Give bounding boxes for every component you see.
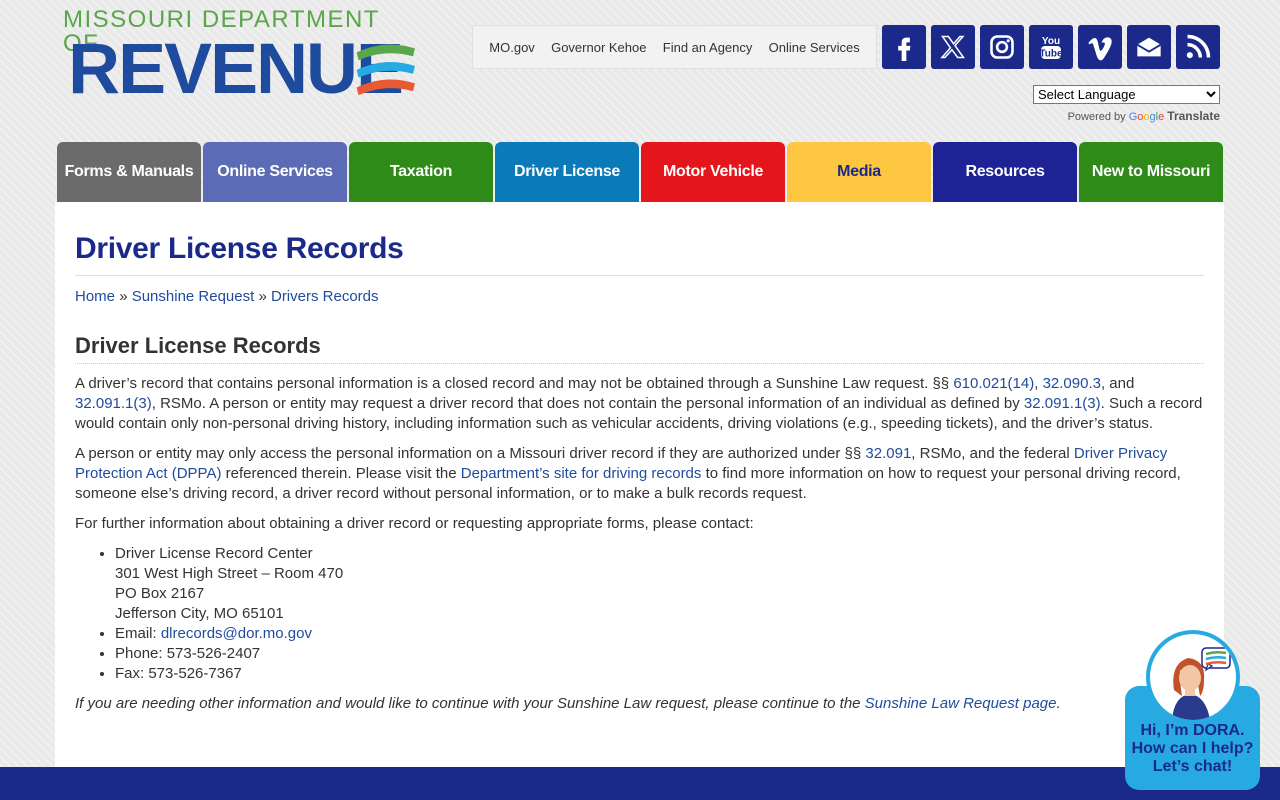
link-governor[interactable]: Governor Kehoe (551, 40, 646, 55)
breadcrumb: Home » Sunshine Request » Drivers Record… (75, 288, 379, 305)
nav-media[interactable]: Media (787, 142, 931, 202)
rss-icon[interactable] (1176, 25, 1220, 69)
sunshine-note: If you are needing other information and… (75, 695, 1061, 712)
instagram-icon[interactable] (980, 25, 1024, 69)
dora-avatar[interactable] (1146, 630, 1240, 724)
link-32-091-1-3[interactable]: 32.091.1(3) (75, 395, 152, 412)
facebook-icon[interactable] (882, 25, 926, 69)
footer-bar (0, 767, 1280, 800)
link-32-091-1-3-b[interactable]: 32.091.1(3) (1024, 395, 1101, 412)
main-content: Driver License Records Home » Sunshine R… (55, 202, 1224, 767)
list-item: Email: dlrecords@dor.mo.gov (115, 624, 1204, 644)
nav-taxation[interactable]: Taxation (349, 142, 493, 202)
logo-revenue-wordmark: REVENUE (68, 33, 415, 101)
link-mo-gov[interactable]: MO.gov (489, 40, 535, 55)
link-32-091[interactable]: 32.091 (865, 445, 911, 462)
paragraph-closed-record: A driver’s record that contains personal… (75, 375, 1203, 432)
section-title: Driver License Records (75, 333, 1204, 364)
x-icon[interactable] (931, 25, 975, 69)
email-link[interactable]: dlrecords@dor.mo.gov (161, 625, 312, 642)
nav-online-services[interactable]: Online Services (203, 142, 347, 202)
breadcrumb-sunshine-request[interactable]: Sunshine Request (132, 288, 255, 305)
svg-text:REVENUE: REVENUE (68, 33, 402, 101)
svg-text:Tube: Tube (1039, 49, 1063, 60)
link-online-services[interactable]: Online Services (769, 40, 860, 55)
language-select[interactable]: Select Language (1033, 85, 1220, 104)
google-translate-credit: Powered by Google Translate (1067, 109, 1220, 123)
language-selector: Select Language (1033, 85, 1220, 104)
link-driving-records-site[interactable]: Department’s site for driving records (461, 465, 702, 482)
page-title: Driver License Records (75, 232, 1204, 276)
link-32-090-3[interactable]: 32.090.3 (1043, 375, 1101, 392)
dor-logo[interactable]: MISSOURI DEPARTMENT OF REVENUE (63, 8, 423, 101)
nav-driver-license[interactable]: Driver License (495, 142, 639, 202)
contact-list: Driver License Record Center 301 West Hi… (115, 544, 1204, 684)
translate-link[interactable]: Translate (1167, 109, 1220, 123)
youtube-icon[interactable]: You Tube (1029, 25, 1073, 69)
list-item: Fax: 573-526-7367 (115, 664, 1204, 684)
vimeo-icon[interactable] (1078, 25, 1122, 69)
link-find-agency[interactable]: Find an Agency (663, 40, 753, 55)
svg-text:You: You (1042, 36, 1060, 47)
google-logo: Google (1128, 111, 1165, 123)
dora-avatar-icon (1172, 647, 1231, 720)
link-610-021-14[interactable]: 610.021(14) (953, 375, 1034, 392)
nav-forms-manuals[interactable]: Forms & Manuals (57, 142, 201, 202)
nav-resources[interactable]: Resources (933, 142, 1077, 202)
utility-links-bar: MO.gov Governor Kehoe Find an Agency Onl… (472, 25, 877, 69)
nav-motor-vehicle[interactable]: Motor Vehicle (641, 142, 785, 202)
social-icons: You Tube (882, 25, 1220, 69)
paragraph-personal-info: A person or entity may only access the p… (75, 445, 1181, 502)
email-icon[interactable] (1127, 25, 1171, 69)
main-nav: Forms & Manuals Online Services Taxation… (57, 142, 1223, 202)
list-item: Phone: 573-526-2407 (115, 644, 1204, 664)
paragraph-contact-intro: For further information about obtaining … (75, 515, 754, 532)
site-header: MISSOURI DEPARTMENT OF REVENUE MO.gov Go… (0, 0, 1280, 202)
link-sunshine-law-request[interactable]: Sunshine Law Request page (865, 695, 1057, 712)
breadcrumb-drivers-records[interactable]: Drivers Records (271, 288, 379, 305)
nav-new-to-missouri[interactable]: New to Missouri (1079, 142, 1223, 202)
list-item: Driver License Record Center 301 West Hi… (115, 544, 1204, 624)
breadcrumb-home[interactable]: Home (75, 288, 115, 305)
dora-chat-widget[interactable]: Hi, I’m DORA. How can I help? Let’s chat… (1125, 630, 1260, 790)
